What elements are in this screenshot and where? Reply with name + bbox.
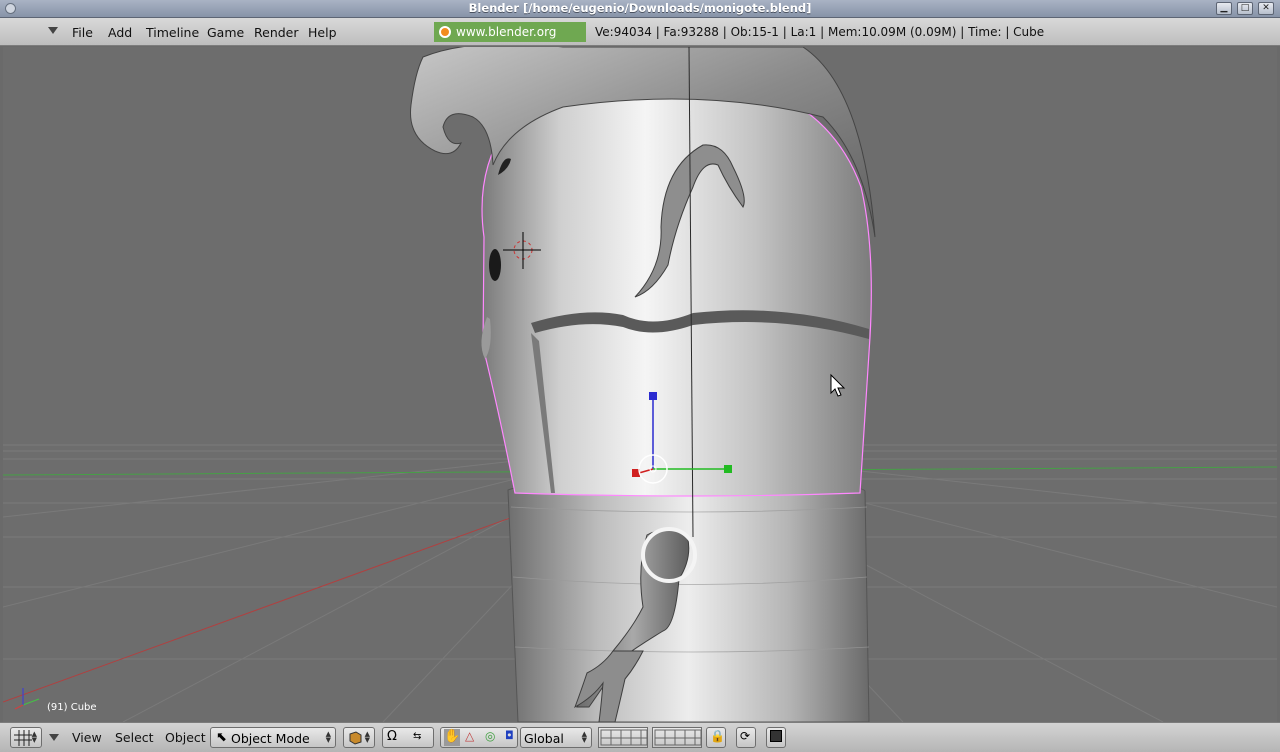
spinner-arrows-icon: ▲ ▼ <box>581 730 587 744</box>
header-collapse-icon[interactable] <box>48 27 58 34</box>
blender-logo-icon <box>439 26 451 38</box>
viewport-header: ▲ ▼ View Select Object ⬉ Object Mode ▲ ▼ ▲… <box>0 722 1280 752</box>
viewport-type-icon <box>14 730 32 746</box>
manipulator-hand-icon[interactable]: ✋ <box>444 729 460 746</box>
viewport-type-button[interactable]: ▲ ▼ <box>10 727 42 748</box>
menu-timeline[interactable]: Timeline <box>146 25 199 40</box>
viewport-scene <box>3 47 1277 722</box>
scene-stats: Ve:94034 | Fa:93288 | Ob:15-1 | La:1 | M… <box>595 25 1045 39</box>
scale-icon[interactable]: ◘ <box>505 729 514 742</box>
translate-icon[interactable]: △ <box>465 729 474 743</box>
layers-group-1[interactable] <box>598 727 648 748</box>
object-mode-icon: ⬉ <box>216 730 227 745</box>
close-icon[interactable]: ✕ <box>1258 2 1274 15</box>
menu-view[interactable]: View <box>72 730 102 745</box>
minimize-icon[interactable]: ▁ <box>1216 2 1232 15</box>
link-icon: ⟳ <box>740 729 751 743</box>
3d-viewport[interactable]: (91) Cube <box>3 47 1277 722</box>
lock-icon: 🔒 <box>710 729 725 743</box>
blender-website-badge[interactable]: www.blender.org 249.2 <box>434 22 586 59</box>
menu-game[interactable]: Game <box>207 25 244 40</box>
info-header: File Add Timeline Game Render Help www.b… <box>0 18 1280 59</box>
menu-object[interactable]: Object <box>165 730 206 745</box>
head-mesh <box>481 76 872 497</box>
active-object-label: (91) Cube <box>47 702 97 713</box>
menu-render[interactable]: Render <box>254 25 299 40</box>
render-icon <box>770 730 782 742</box>
maximize-icon[interactable]: □ <box>1237 2 1253 15</box>
lock-layers-button[interactable]: 🔒 <box>706 727 726 748</box>
window-title: Blender [/home/eugenio/Downloads/monigot… <box>468 1 812 15</box>
spinner-arrows-icon: ▲ ▼ <box>325 730 331 744</box>
draw-type-icon <box>349 731 362 745</box>
pivot-button[interactable]: Ω ⇆ <box>382 727 434 748</box>
spinner-arrows-icon: ▲ ▼ <box>364 730 370 744</box>
mode-select[interactable]: ⬉ Object Mode ▲ ▼ <box>210 727 336 748</box>
menu-select[interactable]: Select <box>115 730 154 745</box>
orientation-select-label: Global <box>524 731 564 746</box>
menu-file[interactable]: File <box>72 25 93 40</box>
pivot-icon: Ω <box>387 729 397 744</box>
layers-icon <box>654 729 702 746</box>
header-collapse-icon[interactable] <box>49 734 59 741</box>
render-button[interactable] <box>766 727 786 748</box>
sculpt-toggle-button[interactable]: ⟳ <box>736 727 756 748</box>
menu-add[interactable]: Add <box>108 25 132 40</box>
manipulator-group: ✋ △ ◎ ◘ <box>440 727 518 748</box>
draw-type-button[interactable]: ▲ ▼ <box>343 727 375 748</box>
snap-icon[interactable]: ⇆ <box>413 731 421 742</box>
menu-help[interactable]: Help <box>308 25 337 40</box>
layers-group-2[interactable] <box>652 727 702 748</box>
mode-select-label: Object Mode <box>231 731 310 746</box>
window-titlebar: Blender [/home/eugenio/Downloads/monigot… <box>0 0 1280 18</box>
spinner-arrows-icon: ▲ ▼ <box>31 730 37 744</box>
body-mesh <box>507 480 870 722</box>
axis-gizmo-icon <box>14 688 40 710</box>
rotate-icon[interactable]: ◎ <box>485 729 495 743</box>
orientation-select[interactable]: Global ▲ ▼ <box>520 727 592 748</box>
eye-mesh <box>489 249 501 281</box>
layers-icon <box>600 729 648 746</box>
